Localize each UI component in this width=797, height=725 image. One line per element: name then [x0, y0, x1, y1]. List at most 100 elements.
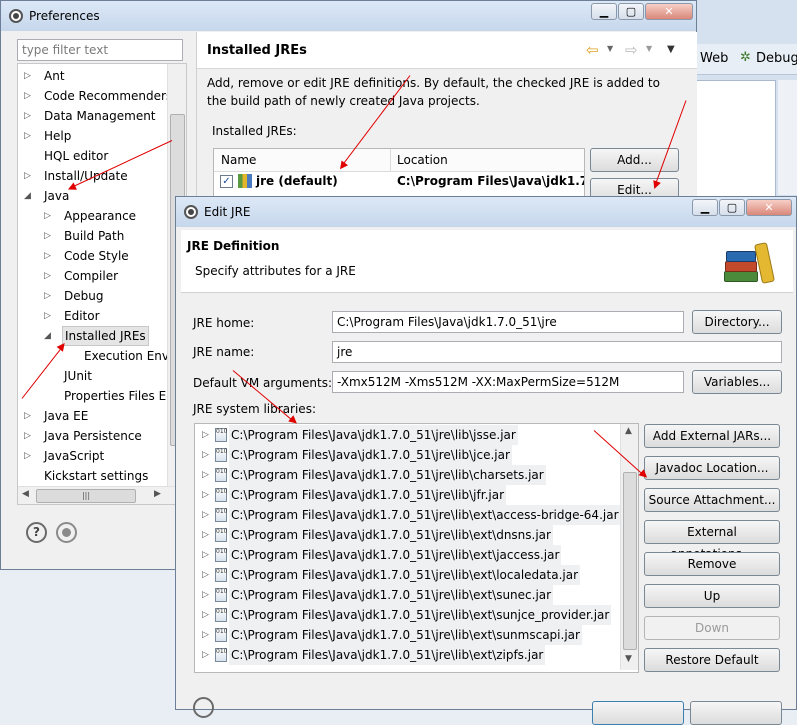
tree-hscroll-thumb[interactable]: |||: [36, 489, 136, 503]
source-attachment-button[interactable]: Source Attachment...: [644, 488, 780, 512]
jre-name-field[interactable]: jre: [332, 341, 782, 363]
collapsed-twisty-icon[interactable]: ▷: [44, 286, 54, 306]
tree-item[interactable]: ◢ Installed JREs: [18, 326, 166, 346]
library-item[interactable]: ▷ 010 C:\Program Files\Java\jdk1.7.0_51\jr…: [195, 565, 620, 585]
tree-item[interactable]: Properties Files Ed: [18, 386, 174, 406]
library-item[interactable]: ▷ 010 C:\Program Files\Java\jdk1.7.0_51\jr…: [195, 525, 620, 545]
import-export-icon[interactable]: [56, 522, 77, 543]
tree-hscrollbar[interactable]: ◀ ||| ▶: [18, 486, 185, 504]
library-item[interactable]: ▷ 010 C:\Program Files\Java\jdk1.7.0_51\jr…: [195, 445, 620, 465]
tree-item[interactable]: ▷ Appearance: [18, 206, 166, 226]
tab-debug[interactable]: Debug: [756, 51, 797, 66]
collapsed-twisty-icon[interactable]: ▷: [202, 465, 212, 485]
cancel-button[interactable]: [690, 701, 782, 725]
expanded-twisty-icon[interactable]: ◢: [44, 326, 54, 346]
tree-item[interactable]: Execution Envir: [18, 346, 177, 366]
collapsed-twisty-icon[interactable]: ▷: [202, 565, 212, 585]
tree-item[interactable]: Kickstart settings: [18, 466, 166, 486]
collapsed-twisty-icon[interactable]: ▷: [44, 266, 54, 286]
down-button[interactable]: Down: [644, 616, 780, 640]
up-button[interactable]: Up: [644, 584, 780, 608]
help-icon[interactable]: ?: [26, 522, 47, 543]
back-menu-icon[interactable]: ▼: [607, 44, 613, 53]
view-menu-icon[interactable]: ▼: [667, 44, 675, 55]
tree-item[interactable]: ▷ Help: [18, 126, 166, 146]
collapsed-twisty-icon[interactable]: ▷: [202, 605, 212, 625]
jre-checkbox[interactable]: ✓: [220, 175, 233, 188]
collapsed-twisty-icon[interactable]: ▷: [202, 425, 212, 445]
scroll-right-icon[interactable]: ▶: [154, 489, 161, 499]
minimize-button[interactable]: ▁: [591, 3, 617, 20]
jre-row[interactable]: ✓ jre (default) C:\Program Files\Java\jd…: [214, 172, 584, 192]
library-item[interactable]: ▷ 010 C:\Program Files\Java\jdk1.7.0_51\jr…: [195, 425, 620, 445]
collapsed-twisty-icon[interactable]: ▷: [24, 166, 34, 186]
tree-item[interactable]: ▷ Java Persistence: [18, 426, 166, 446]
tree-item[interactable]: ▷ Ant: [18, 66, 166, 86]
expanded-twisty-icon[interactable]: ◢: [24, 186, 34, 206]
tree-item[interactable]: ▷ Data Management: [18, 106, 166, 126]
tree-item[interactable]: HQL editor: [18, 146, 166, 166]
collapsed-twisty-icon[interactable]: ▷: [202, 445, 212, 465]
scroll-up-icon[interactable]: ▲: [625, 426, 632, 436]
collapsed-twisty-icon[interactable]: ▷: [24, 126, 34, 146]
collapsed-twisty-icon[interactable]: ▷: [44, 226, 54, 246]
library-item[interactable]: ▷ 010 C:\Program Files\Java\jdk1.7.0_51\jr…: [195, 645, 620, 665]
library-item[interactable]: ▷ 010 C:\Program Files\Java\jdk1.7.0_51\jr…: [195, 505, 621, 525]
collapsed-twisty-icon[interactable]: ▷: [44, 246, 54, 266]
collapsed-twisty-icon[interactable]: ▷: [24, 106, 34, 126]
collapsed-twisty-icon[interactable]: ▷: [24, 66, 34, 86]
tree-item[interactable]: ▷ Debug: [18, 286, 166, 306]
collapsed-twisty-icon[interactable]: ▷: [202, 525, 212, 545]
close-button[interactable]: ✕: [645, 3, 693, 20]
tree-item[interactable]: ▷ Build Path: [18, 226, 166, 246]
filter-input[interactable]: type filter text: [17, 39, 183, 61]
collapsed-twisty-icon[interactable]: ▷: [24, 86, 34, 106]
scroll-down-icon[interactable]: ▼: [625, 654, 632, 664]
tree-item[interactable]: ▷ Java EE: [18, 406, 166, 426]
tree-item[interactable]: ▷ Code Recommenders: [18, 86, 172, 106]
tab-web[interactable]: Web: [700, 51, 728, 66]
tree-item[interactable]: ▷ Editor: [18, 306, 166, 326]
external-annotations-button[interactable]: External annotations...: [644, 520, 780, 561]
collapsed-twisty-icon[interactable]: ▷: [202, 505, 212, 525]
collapsed-twisty-icon[interactable]: ▷: [202, 485, 212, 505]
dialog-help-icon[interactable]: [193, 697, 214, 718]
finish-button[interactable]: [592, 701, 684, 725]
library-item[interactable]: ▷ 010 C:\Program Files\Java\jdk1.7.0_51\jr…: [195, 545, 620, 565]
tree-item[interactable]: ▷ Compiler: [18, 266, 166, 286]
library-item[interactable]: ▷ 010 C:\Program Files\Java\jdk1.7.0_51\jr…: [195, 465, 620, 485]
collapsed-twisty-icon[interactable]: ▷: [202, 645, 212, 665]
collapsed-twisty-icon[interactable]: ▷: [44, 306, 54, 326]
collapsed-twisty-icon[interactable]: ▷: [24, 426, 34, 446]
collapsed-twisty-icon[interactable]: ▷: [202, 545, 212, 565]
maximize-button[interactable]: ▢: [719, 199, 745, 216]
library-item[interactable]: ▷ 010 C:\Program Files\Java\jdk1.7.0_51\jr…: [195, 625, 620, 645]
col-name-header[interactable]: Name: [221, 153, 256, 167]
collapsed-twisty-icon[interactable]: ▷: [202, 585, 212, 605]
library-item[interactable]: ▷ 010 C:\Program Files\Java\jdk1.7.0_51\jr…: [195, 485, 620, 505]
back-icon[interactable]: ⇦: [586, 41, 599, 59]
remove-button[interactable]: Remove: [644, 552, 780, 576]
directory-button[interactable]: Directory...: [692, 310, 782, 334]
collapsed-twisty-icon[interactable]: ▷: [202, 625, 212, 645]
restore-default-button[interactable]: Restore Default: [644, 648, 780, 672]
library-item[interactable]: ▷ 010 C:\Program Files\Java\jdk1.7.0_51\jr…: [195, 585, 620, 605]
col-location-header[interactable]: Location: [397, 153, 448, 167]
jre-home-field[interactable]: C:\Program Files\Java\jdk1.7.0_51\jre: [332, 311, 684, 333]
collapsed-twisty-icon[interactable]: ▷: [24, 406, 34, 426]
forward-icon[interactable]: ⇨: [625, 41, 638, 59]
collapsed-twisty-icon[interactable]: ▷: [44, 206, 54, 226]
close-button[interactable]: ✕: [746, 199, 792, 216]
vm-args-field[interactable]: -Xmx512M -Xms512M -XX:MaxPermSize=512M: [332, 371, 684, 393]
variables-button[interactable]: Variables...: [692, 370, 782, 394]
collapsed-twisty-icon[interactable]: ▷: [24, 446, 34, 466]
tree-item[interactable]: ▷ JavaScript: [18, 446, 166, 466]
tree-item[interactable]: ◢ Java: [18, 186, 166, 206]
maximize-button[interactable]: ▢: [618, 3, 644, 20]
scroll-left-icon[interactable]: ◀: [22, 489, 29, 499]
libraries-scroll-thumb[interactable]: [623, 472, 637, 650]
library-item[interactable]: ▷ 010 C:\Program Files\Java\jdk1.7.0_51\jr…: [195, 605, 620, 625]
tree-item[interactable]: ▷ Code Style: [18, 246, 166, 266]
forward-menu-icon[interactable]: ▼: [646, 44, 652, 53]
add-external-jars-button[interactable]: Add External JARs...: [644, 424, 780, 448]
